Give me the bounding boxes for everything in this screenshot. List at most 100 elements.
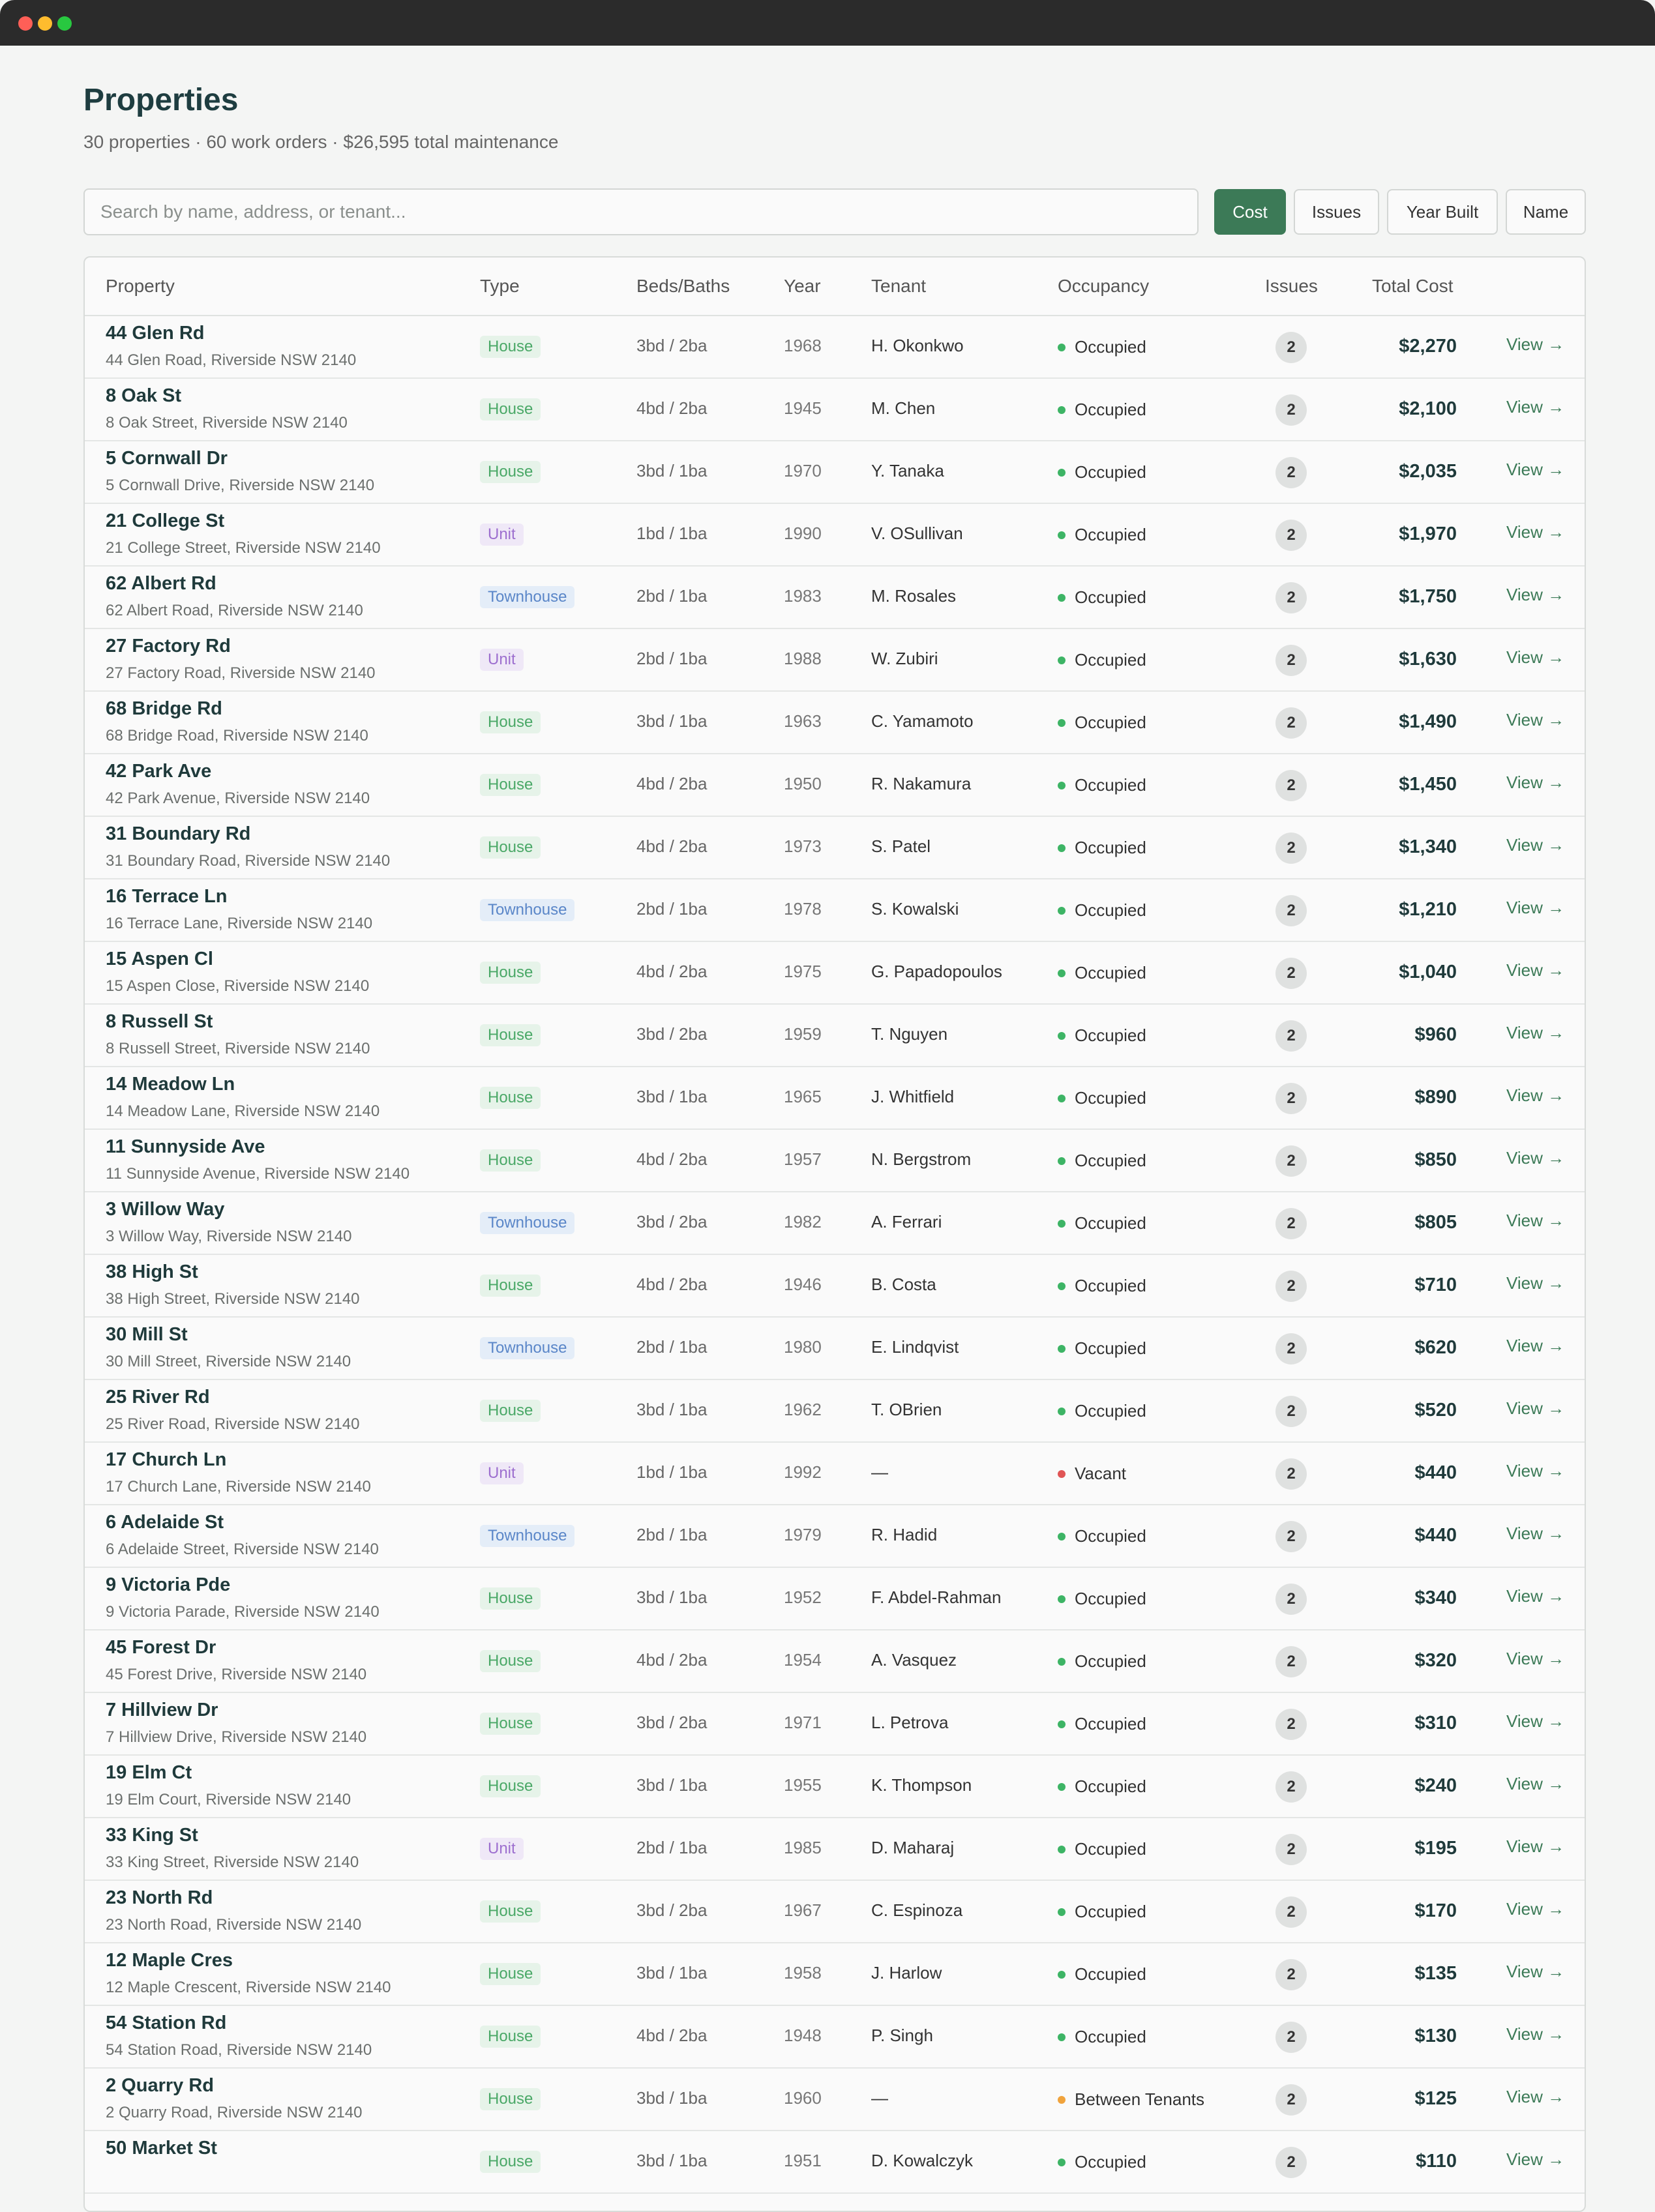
table-row[interactable]: 38 High St 38 High Street, Riverside NSW … — [85, 1255, 1585, 1318]
view-property-link[interactable]: View → — [1506, 1899, 1564, 1919]
minimize-window-button[interactable] — [38, 16, 52, 31]
table-row[interactable]: 33 King St 33 King Street, Riverside NSW … — [85, 1818, 1585, 1881]
table-row[interactable]: 68 Bridge Rd 68 Bridge Road, Riverside NS… — [85, 692, 1585, 754]
occupancy-status: Occupied — [1058, 1714, 1146, 1734]
property-type-badge: Townhouse — [480, 586, 575, 608]
total-cost: $1,490 — [1399, 711, 1457, 732]
property-type-badge: House — [480, 1650, 541, 1672]
view-property-link[interactable]: View → — [1506, 1774, 1564, 1794]
table-row[interactable]: 27 Factory Rd 27 Factory Road, Riverside … — [85, 629, 1585, 692]
column-header-total-cost[interactable]: Total Cost — [1372, 276, 1454, 297]
property-name: 19 Elm Ct — [106, 1762, 192, 1783]
table-row[interactable]: 17 Church Ln 17 Church Lane, Riverside NS… — [85, 1443, 1585, 1505]
table-row[interactable]: 62 Albert Rd 62 Albert Road, Riverside NS… — [85, 567, 1585, 629]
table-row[interactable]: 44 Glen Rd 44 Glen Road, Riverside NSW 21… — [85, 316, 1585, 379]
view-property-link[interactable]: View → — [1506, 397, 1564, 417]
view-property-link[interactable]: View → — [1506, 1524, 1564, 1544]
column-header-beds-baths[interactable]: Beds/Baths — [636, 276, 730, 297]
column-header-year[interactable]: Year — [784, 276, 821, 297]
column-header-issues[interactable]: Issues — [1265, 276, 1318, 297]
maximize-window-button[interactable] — [57, 16, 72, 31]
tenant-name: N. Bergstrom — [871, 1149, 972, 1169]
view-property-link[interactable]: View → — [1506, 1273, 1564, 1293]
table-row[interactable]: 9 Victoria Pde 9 Victoria Parade, Riversi… — [85, 1568, 1585, 1630]
property-type-badge: House — [480, 1400, 541, 1422]
table-row[interactable]: 42 Park Ave 42 Park Avenue, Riverside NSW… — [85, 754, 1585, 817]
property-name: 21 College St — [106, 510, 225, 531]
table-row[interactable]: 19 Elm Ct 19 Elm Court, Riverside NSW 214… — [85, 1756, 1585, 1818]
view-property-link[interactable]: View → — [1506, 1836, 1564, 1857]
table-row[interactable]: 16 Terrace Ln 16 Terrace Lane, Riverside … — [85, 879, 1585, 942]
table-row[interactable]: 6 Adelaide St 6 Adelaide Street, Riversid… — [85, 1505, 1585, 1568]
issues-count-badge: 2 — [1275, 1020, 1307, 1052]
close-window-button[interactable] — [18, 16, 33, 31]
page-title: Properties — [83, 83, 239, 117]
view-property-link[interactable]: View → — [1506, 460, 1564, 480]
view-property-link[interactable]: View → — [1506, 1586, 1564, 1606]
view-property-link[interactable]: View → — [1506, 835, 1564, 855]
sort-issues-button[interactable]: Issues — [1294, 189, 1379, 235]
table-row[interactable]: 8 Russell St 8 Russell Street, Riverside … — [85, 1005, 1585, 1067]
table-row[interactable]: 7 Hillview Dr 7 Hillview Drive, Riverside… — [85, 1693, 1585, 1756]
sort-year-built-button[interactable]: Year Built — [1387, 189, 1498, 235]
status-dot-icon — [1058, 343, 1066, 351]
table-row[interactable]: 12 Maple Cres 12 Maple Crescent, Riversid… — [85, 1943, 1585, 2006]
table-row[interactable]: 30 Mill St 30 Mill Street, Riverside NSW … — [85, 1318, 1585, 1380]
table-row[interactable]: 3 Willow Way 3 Willow Way, Riverside NSW … — [85, 1192, 1585, 1255]
status-dot-icon — [1058, 1219, 1066, 1228]
search-input[interactable] — [83, 188, 1199, 235]
view-property-link[interactable]: View → — [1506, 773, 1564, 793]
column-header-type[interactable]: Type — [480, 276, 520, 297]
table-row[interactable]: 21 College St 21 College Street, Riversid… — [85, 504, 1585, 567]
view-property-link[interactable]: View → — [1506, 585, 1564, 605]
table-row[interactable]: 23 North Rd 23 North Road, Riverside NSW … — [85, 1881, 1585, 1943]
view-property-link[interactable]: View → — [1506, 1398, 1564, 1419]
total-cost: $320 — [1414, 1650, 1457, 1671]
view-property-link[interactable]: View → — [1506, 1211, 1564, 1231]
column-header-tenant[interactable]: Tenant — [871, 276, 926, 297]
status-dot-icon — [1058, 593, 1066, 602]
view-property-link[interactable]: View → — [1506, 647, 1564, 668]
table-row[interactable]: 14 Meadow Ln 14 Meadow Lane, Riverside NS… — [85, 1067, 1585, 1130]
view-property-link[interactable]: View → — [1506, 1085, 1564, 1106]
view-property-link[interactable]: View → — [1506, 1148, 1564, 1168]
year-built: 1967 — [784, 1900, 822, 1920]
view-property-link[interactable]: View → — [1506, 898, 1564, 918]
property-type-badge: House — [480, 1775, 541, 1797]
total-cost: $805 — [1414, 1212, 1457, 1233]
total-cost: $620 — [1414, 1337, 1457, 1358]
column-header-property[interactable]: Property — [106, 276, 175, 297]
view-property-link[interactable]: View → — [1506, 2024, 1564, 2044]
view-property-link[interactable]: View → — [1506, 522, 1564, 542]
sort-name-button[interactable]: Name — [1506, 189, 1586, 235]
view-property-link[interactable]: View → — [1506, 1461, 1564, 1481]
table-row[interactable]: 31 Boundary Rd 31 Boundary Road, Riversid… — [85, 817, 1585, 879]
sort-cost-button[interactable]: Cost — [1214, 189, 1286, 235]
column-header-occupancy[interactable]: Occupancy — [1058, 276, 1149, 297]
issues-count-badge: 2 — [1275, 770, 1307, 801]
table-row[interactable]: 25 River Rd 25 River Road, Riverside NSW … — [85, 1380, 1585, 1443]
table-row[interactable]: 45 Forest Dr 45 Forest Drive, Riverside N… — [85, 1630, 1585, 1693]
view-property-link[interactable]: View → — [1506, 1336, 1564, 1356]
view-property-link[interactable]: View → — [1506, 2149, 1564, 2170]
view-property-link[interactable]: View → — [1506, 960, 1564, 981]
beds-baths: 3bd / 1ba — [636, 2151, 708, 2170]
property-name: 6 Adelaide St — [106, 1512, 224, 1533]
table-row[interactable]: 2 Quarry Rd 2 Quarry Road, Riverside NSW … — [85, 2069, 1585, 2131]
occupancy-status: Occupied — [1058, 1025, 1146, 1046]
view-property-link[interactable]: View → — [1506, 1023, 1564, 1043]
view-property-link[interactable]: View → — [1506, 334, 1564, 355]
property-name: 9 Victoria Pde — [106, 1574, 231, 1595]
view-property-link[interactable]: View → — [1506, 1962, 1564, 1982]
property-type-badge: House — [480, 1713, 541, 1735]
table-row[interactable]: 15 Aspen Cl 15 Aspen Close, Riverside NSW… — [85, 942, 1585, 1005]
view-property-link[interactable]: View → — [1506, 2087, 1564, 2107]
table-row[interactable]: 11 Sunnyside Ave 11 Sunnyside Avenue, Riv… — [85, 1130, 1585, 1192]
view-property-link[interactable]: View → — [1506, 710, 1564, 730]
table-row[interactable]: 5 Cornwall Dr 5 Cornwall Drive, Riverside… — [85, 441, 1585, 504]
table-row[interactable]: 50 Market St House 3bd / 1ba 1951 D. Kowalcz… — [85, 2131, 1585, 2194]
table-row[interactable]: 54 Station Rd 54 Station Road, Riverside … — [85, 2006, 1585, 2069]
view-property-link[interactable]: View → — [1506, 1711, 1564, 1732]
table-row[interactable]: 8 Oak St 8 Oak Street, Riverside NSW 2140… — [85, 379, 1585, 441]
view-property-link[interactable]: View → — [1506, 1649, 1564, 1669]
